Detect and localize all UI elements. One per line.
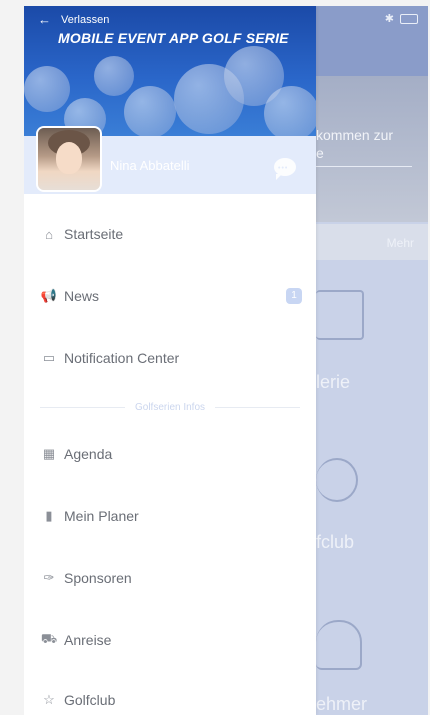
home-icon: ⌂ — [45, 226, 53, 242]
menu-item-label: Sponsoren — [64, 570, 132, 586]
background-divider — [316, 166, 412, 167]
chat-icon[interactable]: ••• — [274, 158, 296, 180]
menu-item-label: Notification Center — [64, 350, 180, 366]
menu-item-label: News — [64, 288, 100, 304]
profile-name: Nina Abbatelli — [110, 158, 190, 173]
menu-item-label: Golfclub — [64, 692, 116, 708]
navigation-drawer: ← Verlassen MOBILE EVENT APP GOLF SERIE … — [24, 6, 316, 715]
section-divider: Golfserien Infos — [40, 400, 301, 414]
background-welcome-text: kommen zur e — [316, 127, 394, 161]
battery-icon — [400, 14, 418, 25]
news-count-badge: 1 — [286, 288, 302, 304]
calendar-icon: ▦ — [42, 446, 56, 461]
app-title: MOBILE EVENT APP GOLF SERIE — [58, 30, 289, 46]
menu-item-label: Startseite — [64, 226, 124, 242]
menu-item-anreise[interactable]: ⛟ Anreise — [24, 620, 316, 660]
avatar[interactable] — [38, 128, 100, 190]
menu-item-label: Agenda — [64, 446, 113, 462]
star-icon: ☆ — [43, 692, 55, 707]
background-label-participants: ehmer — [316, 694, 368, 714]
drawer-header: ← Verlassen MOBILE EVENT APP GOLF SERIE — [24, 6, 316, 136]
book-icon: ▮ — [45, 508, 53, 523]
golf-ball-icon — [316, 458, 358, 502]
back-arrow-icon: ← — [38, 12, 51, 27]
back-label: Verlassen — [61, 13, 110, 26]
inbox-icon: ▭ — [42, 350, 56, 365]
menu-item-label: Mein Planer — [64, 508, 139, 524]
background-label-gallery: lerie — [316, 372, 351, 392]
megaphone-icon: 📢 — [40, 288, 58, 303]
app-frame: ✱ kommen zur e Mehr lerie fclub ehmer ← — [24, 6, 428, 715]
background-mehr-link[interactable]: Mehr — [387, 236, 414, 250]
menu-item-news[interactable]: 📢 News 1 — [24, 276, 316, 316]
menu-item-mein-planer[interactable]: ▮ Mein Planer — [24, 496, 316, 536]
pin-icon: ✑ — [43, 570, 55, 585]
menu-item-notification-center[interactable]: ▭ Notification Center — [24, 338, 316, 378]
background-label-golfclub: fclub — [316, 532, 355, 552]
menu-item-sponsoren[interactable]: ✑ Sponsoren — [24, 558, 316, 598]
back-button[interactable]: ← Verlassen — [38, 12, 109, 27]
profile-row[interactable]: Nina Abbatelli ••• — [24, 128, 316, 194]
section-title: Golfserien Infos — [134, 401, 206, 413]
menu-item-golfclub[interactable]: ☆ Golfclub — [24, 680, 316, 715]
participants-icon — [316, 620, 362, 670]
menu-item-agenda[interactable]: ▦ Agenda — [24, 434, 316, 474]
gallery-icon — [316, 290, 364, 340]
status-indicators: ✱ — [385, 12, 418, 25]
train-icon: ⛟ — [40, 631, 58, 646]
menu-item-startseite[interactable]: ⌂ Startseite — [24, 214, 316, 254]
menu-item-label: Anreise — [64, 632, 112, 648]
